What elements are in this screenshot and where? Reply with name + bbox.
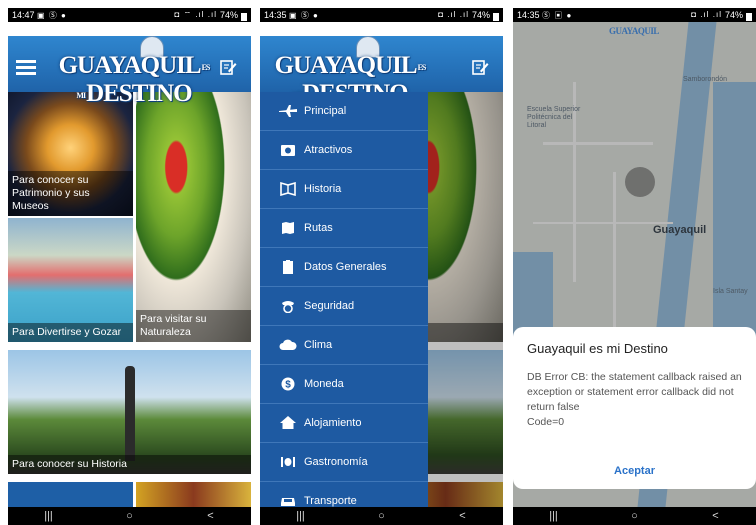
battery-icon — [746, 12, 752, 21]
home-button[interactable]: ○ — [118, 510, 142, 522]
edit-note-icon[interactable] — [219, 58, 237, 76]
tile-patrimonio[interactable]: Para conocer su Patrimonio y sus Museos — [8, 92, 133, 216]
menu-item-label: Datos Generales — [304, 261, 387, 273]
tile-diversion[interactable]: Para Divertirse y Gozar — [8, 218, 133, 342]
status-bar: 14:35 Ⓢ ▣ ● ◘ .ıl .ıl 74% — [513, 8, 756, 22]
plane-icon — [279, 105, 297, 117]
battery-icon — [493, 12, 499, 21]
map-icon — [282, 222, 294, 234]
menu-item-label: Rutas — [304, 222, 333, 234]
menu-item-principal[interactable]: Principal — [260, 92, 428, 131]
menu-item-label: Alojamiento — [304, 417, 362, 429]
tile-caption: Para visitar su Naturaleza — [136, 310, 251, 342]
tile-caption: Para conocer su Historia — [8, 455, 251, 474]
tile-caption: Para Divertirse y Gozar — [8, 323, 133, 342]
signal-icons: ◘ .ıl .ıl — [438, 10, 469, 19]
logo-text: GUAYAQUIL — [58, 52, 202, 79]
car-icon — [281, 498, 295, 506]
logo-tail-text: DESTINO — [86, 80, 193, 107]
menu-item-label: Moneda — [304, 378, 344, 390]
menu-item-label: Principal — [304, 105, 347, 117]
menu-item-label: Gastronomía — [304, 456, 368, 468]
camera-icon — [281, 145, 295, 156]
navigation-drawer: Principal Atractivos Historia Rutas Dato… — [260, 92, 428, 507]
menu-item-label: Seguridad — [304, 300, 355, 312]
edit-note-icon[interactable] — [471, 58, 489, 76]
category-grid: Para conocer su Patrimonio y sus Museos … — [8, 92, 251, 507]
menu-item-label: Transporte — [304, 495, 357, 507]
battery-level: 74% — [471, 10, 490, 20]
screenshot-collage: 14:47 ▣ Ⓢ ● ◘ ⌔ .ıl .ıl 74% GUAYAQUILES M… — [0, 0, 756, 525]
app-header: GUAYAQUILES MIDESTINO — [260, 22, 503, 107]
app-logo: GUAYAQUILES MIDESTINO — [52, 36, 216, 107]
logo-text: GUAYAQUIL — [274, 52, 418, 79]
app-header: GUAYAQUILES MIDESTINO — [8, 22, 251, 107]
tile-naturaleza[interactable]: Para visitar su Naturaleza — [136, 92, 251, 342]
status-time: 14:47 — [12, 10, 35, 20]
menu-item-label: Historia — [304, 183, 342, 195]
map-error-screen: 14:35 Ⓢ ▣ ● ◘ .ıl .ıl 74% Samborondón Esc… — [513, 8, 756, 525]
android-nav-bar: ||| ○ < — [260, 507, 503, 525]
status-time: 14:35 — [264, 10, 287, 20]
clipboard-icon — [283, 260, 293, 274]
dialog-message: DB Error CB: the statement callback rais… — [527, 371, 742, 413]
app-logo: GUAYAQUILES MIDESTINO — [268, 36, 432, 107]
tile-caption: Para conocer su Patrimonio y sus Museos — [8, 171, 133, 216]
map-app-logo: GUAYAQUIL — [609, 26, 659, 36]
monument-image — [125, 366, 135, 461]
android-nav-bar: ||| ○ < — [513, 507, 756, 525]
menu-item-moneda[interactable]: $ Moneda — [260, 365, 428, 404]
menu-item-atractivos[interactable]: Atractivos — [260, 131, 428, 170]
error-dialog: Guayaquil es mi Destino DB Error CB: the… — [513, 327, 756, 489]
dialog-title: Guayaquil es mi Destino — [527, 341, 668, 356]
battery-level: 74% — [219, 10, 238, 20]
police-icon — [282, 301, 294, 313]
menu-item-label: Clima — [304, 339, 333, 351]
home-button[interactable]: ○ — [623, 510, 647, 522]
menu-item-seguridad[interactable]: Seguridad — [260, 287, 428, 326]
back-button[interactable]: < — [199, 510, 223, 522]
dialog-code: Code=0 — [527, 416, 565, 428]
tile-partial[interactable] — [136, 482, 251, 507]
home-screen: 14:47 ▣ Ⓢ ● ◘ ⌔ .ıl .ıl 74% GUAYAQUILES M… — [8, 8, 251, 525]
notification-icons: Ⓢ ▣ ● — [542, 11, 573, 20]
battery-level: 74% — [724, 10, 743, 20]
tile-partial[interactable] — [8, 482, 133, 507]
menu-item-datos-generales[interactable]: Datos Generales — [260, 248, 428, 287]
android-nav-bar: ||| ○ < — [8, 507, 251, 525]
status-bar: 14:35 ▣ Ⓢ ● ◘ .ıl .ıl 74% — [260, 8, 503, 22]
recents-button[interactable]: ||| — [37, 510, 61, 522]
svg-text:$: $ — [285, 380, 291, 391]
status-time: 14:35 — [517, 10, 540, 20]
menu-item-transporte[interactable]: Transporte — [260, 482, 428, 507]
back-button[interactable]: < — [451, 510, 475, 522]
accept-button[interactable]: Aceptar — [513, 465, 756, 477]
menu-item-gastronomia[interactable]: Gastronomía — [260, 443, 428, 482]
signal-icons: ◘ .ıl .ıl — [691, 10, 722, 19]
recents-button[interactable]: ||| — [542, 510, 566, 522]
menu-item-alojamiento[interactable]: Alojamiento — [260, 404, 428, 443]
dollar-icon: $ — [281, 377, 295, 391]
cloud-icon — [279, 339, 297, 350]
hamburger-menu-icon[interactable] — [16, 60, 36, 75]
tile-historia[interactable]: Para conocer su Historia — [8, 350, 251, 474]
notification-icons: ▣ Ⓢ ● — [37, 11, 67, 20]
menu-item-rutas[interactable]: Rutas — [260, 209, 428, 248]
signal-icons: ◘ ⌔ .ıl .ıl — [174, 10, 217, 19]
home-button[interactable]: ○ — [370, 510, 394, 522]
status-bar: 14:47 ▣ Ⓢ ● ◘ ⌔ .ıl .ıl 74% — [8, 8, 251, 22]
menu-screen: 14:35 ▣ Ⓢ ● ◘ .ıl .ıl74% GUAYAQUILES MID… — [260, 8, 503, 525]
utensils-icon — [281, 457, 295, 467]
notification-icons: ▣ Ⓢ ● — [289, 11, 319, 20]
home-icon — [280, 416, 296, 429]
book-icon — [280, 182, 296, 196]
menu-item-label: Atractivos — [304, 144, 353, 156]
back-button[interactable]: < — [704, 510, 728, 522]
recents-button[interactable]: ||| — [289, 510, 313, 522]
menu-item-clima[interactable]: Clima — [260, 326, 428, 365]
menu-item-historia[interactable]: Historia — [260, 170, 428, 209]
battery-icon — [241, 12, 247, 21]
